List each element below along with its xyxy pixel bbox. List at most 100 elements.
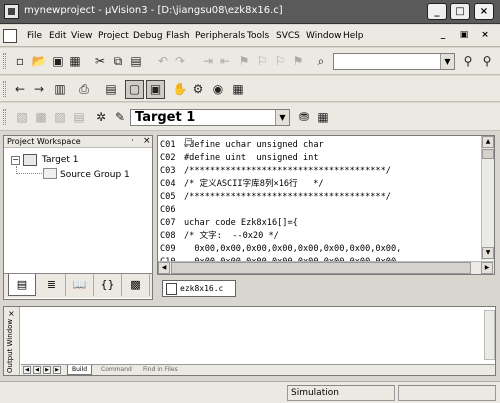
cut-icon[interactable]: ✂ — [92, 53, 108, 69]
menu-file[interactable]: File — [27, 31, 42, 41]
open-folder-icon[interactable]: 📂 — [31, 53, 47, 69]
hand-icon[interactable]: ✋ — [172, 81, 188, 97]
minimize-button[interactable]: _ — [427, 3, 447, 20]
code-line: C01 #define uchar unsigned char — [158, 139, 324, 152]
tree-item-source-group[interactable]: Source Group 1 — [60, 170, 130, 180]
paste-icon[interactable]: ▤ — [128, 53, 144, 69]
prev-tab-icon[interactable]: ◀ — [33, 366, 41, 374]
functions-tab-icon[interactable]: {} — [94, 274, 122, 296]
status-message — [3, 385, 283, 401]
last-tab-icon[interactable]: ▶ — [53, 366, 61, 374]
maximize-button[interactable]: □ — [450, 3, 470, 20]
tree-item-target[interactable]: Target 1 — [42, 155, 78, 165]
output-toggle-icon[interactable]: ▣ — [146, 80, 165, 99]
file-extensions-icon[interactable]: ▦ — [315, 109, 331, 125]
components-icon[interactable]: ⛃ — [296, 109, 312, 125]
menu-debug[interactable]: Debug — [133, 31, 163, 41]
workspace-toggle-icon[interactable]: ▤ — [103, 81, 119, 97]
copy-icon[interactable]: ⧉ — [110, 53, 126, 69]
bookmark-prev-icon[interactable]: ⚐ — [254, 53, 270, 69]
menu-help[interactable]: Help — [343, 31, 364, 41]
close-button[interactable]: × — [474, 3, 494, 20]
find-icon[interactable]: ⚲ — [460, 53, 476, 69]
new-file-icon[interactable]: ▫ — [12, 53, 28, 69]
build-icon[interactable]: ▩ — [33, 109, 49, 125]
translate-icon[interactable]: ▧ — [14, 109, 30, 125]
menu-view[interactable]: View — [71, 31, 92, 41]
scroll-right-icon[interactable]: ▶ — [481, 262, 493, 274]
file-tab[interactable]: ezk8x16.c — [162, 280, 236, 297]
toolbar-grip[interactable] — [3, 53, 6, 69]
memory-window-icon[interactable]: ▦ — [230, 81, 246, 97]
files-tab-icon[interactable]: ▤ — [8, 274, 36, 296]
arrow-left-icon[interactable]: ← — [12, 81, 28, 97]
bookmark-clear-icon[interactable]: ⚑ — [290, 53, 306, 69]
tab-command[interactable]: Command — [97, 365, 136, 375]
document-view-icon[interactable]: ▥ — [52, 81, 68, 97]
target-select[interactable]: Target 1 ▼ — [130, 109, 290, 126]
bookmark-next-icon[interactable]: ⚐ — [272, 53, 288, 69]
incremental-find-icon[interactable]: ⚲ — [479, 53, 495, 69]
scroll-up-icon[interactable]: ▲ — [482, 136, 494, 148]
options-icon[interactable]: ✎ — [112, 109, 128, 125]
vertical-scrollbar[interactable]: ▲ ▼ — [481, 136, 494, 260]
redo-icon[interactable]: ↷ — [172, 53, 188, 69]
arrow-right-icon[interactable]: → — [31, 81, 47, 97]
horizontal-scrollbar[interactable]: ◀ ▶ — [158, 261, 494, 274]
find-combo[interactable]: ▼ — [333, 53, 455, 70]
mdi-close-button[interactable]: × — [479, 30, 491, 41]
scroll-down-icon[interactable]: ▼ — [482, 247, 494, 259]
first-tab-icon[interactable]: ◀ — [23, 366, 31, 374]
unindent-icon[interactable]: ⇤ — [217, 53, 233, 69]
code-line: C03 /************************************… — [158, 165, 391, 178]
mdi-restore-button[interactable]: ▣ — [458, 30, 470, 41]
rebuild-icon[interactable]: ▨ — [52, 109, 68, 125]
mdi-minimize-button[interactable]: _ — [437, 30, 449, 41]
debug-session-icon[interactable]: ⚙ — [190, 81, 206, 97]
menu-window[interactable]: Window — [306, 31, 342, 41]
next-tab-icon[interactable]: ▶ — [43, 366, 51, 374]
scroll-thumb[interactable] — [482, 149, 494, 159]
tree-collapse-icon[interactable]: − — [11, 156, 20, 165]
target-folder-icon — [23, 154, 37, 166]
registers-tab-icon[interactable]: ≣ — [38, 274, 66, 296]
code-text: #define uint unsigned int — [184, 153, 319, 163]
toolbar-grip[interactable] — [3, 81, 6, 97]
print-icon[interactable]: ⎙ — [76, 81, 92, 97]
tab-find-in-files[interactable]: Find in Files — [139, 365, 182, 375]
menu-tools[interactable]: Tools — [247, 31, 269, 41]
chevron-down-icon[interactable]: ▼ — [440, 54, 454, 69]
scroll-left-icon[interactable]: ◀ — [158, 262, 170, 274]
undo-icon[interactable]: ↶ — [155, 53, 171, 69]
menu-project[interactable]: Project — [98, 31, 129, 41]
stop-build-icon[interactable]: ✲ — [93, 109, 109, 125]
indent-icon[interactable]: ⇥ — [200, 53, 216, 69]
bookmark-set-icon[interactable]: ⚑ — [236, 53, 252, 69]
find-in-files-icon[interactable]: ⌕ — [313, 53, 329, 69]
line-number: C04 — [160, 179, 176, 189]
save-icon[interactable]: ▣ — [50, 53, 66, 69]
toolbar-grip[interactable] — [3, 109, 6, 125]
output-vertical-scrollbar[interactable] — [484, 310, 495, 360]
chevron-down-icon[interactable]: ▼ — [275, 110, 289, 125]
close-icon[interactable]: × — [8, 309, 15, 318]
menu-peripherals[interactable]: Peripherals — [195, 31, 245, 41]
breakpoint-icon[interactable]: ◉ — [210, 81, 226, 97]
tab-build[interactable]: Build — [67, 365, 93, 375]
books-tab-icon[interactable]: 📖 — [66, 274, 94, 296]
menu-svcs[interactable]: SVCS — [276, 31, 300, 41]
code-editor[interactable]: C01 #define uchar unsigned char C02 #defin… — [157, 135, 495, 275]
pin-icon[interactable]: ‧ — [131, 136, 134, 147]
close-icon[interactable]: × — [143, 136, 151, 147]
output-window-label: Output Window — [6, 318, 14, 373]
templates-tab-icon[interactable]: ▩ — [122, 274, 150, 296]
window-toggle-icon[interactable]: ▢ — [125, 80, 144, 99]
menu-edit[interactable]: Edit — [49, 31, 66, 41]
save-all-icon[interactable]: ▦ — [67, 53, 83, 69]
output-tabs: ◀ ◀ ▶ ▶ Build Command Find in Files — [21, 364, 495, 375]
download-icon[interactable]: ▤ — [71, 109, 87, 125]
scroll-thumb[interactable] — [171, 262, 471, 274]
code-line: C05 /************************************… — [158, 191, 391, 204]
fold-collapse-icon[interactable]: − — [185, 138, 192, 145]
menu-flash[interactable]: Flash — [166, 31, 190, 41]
